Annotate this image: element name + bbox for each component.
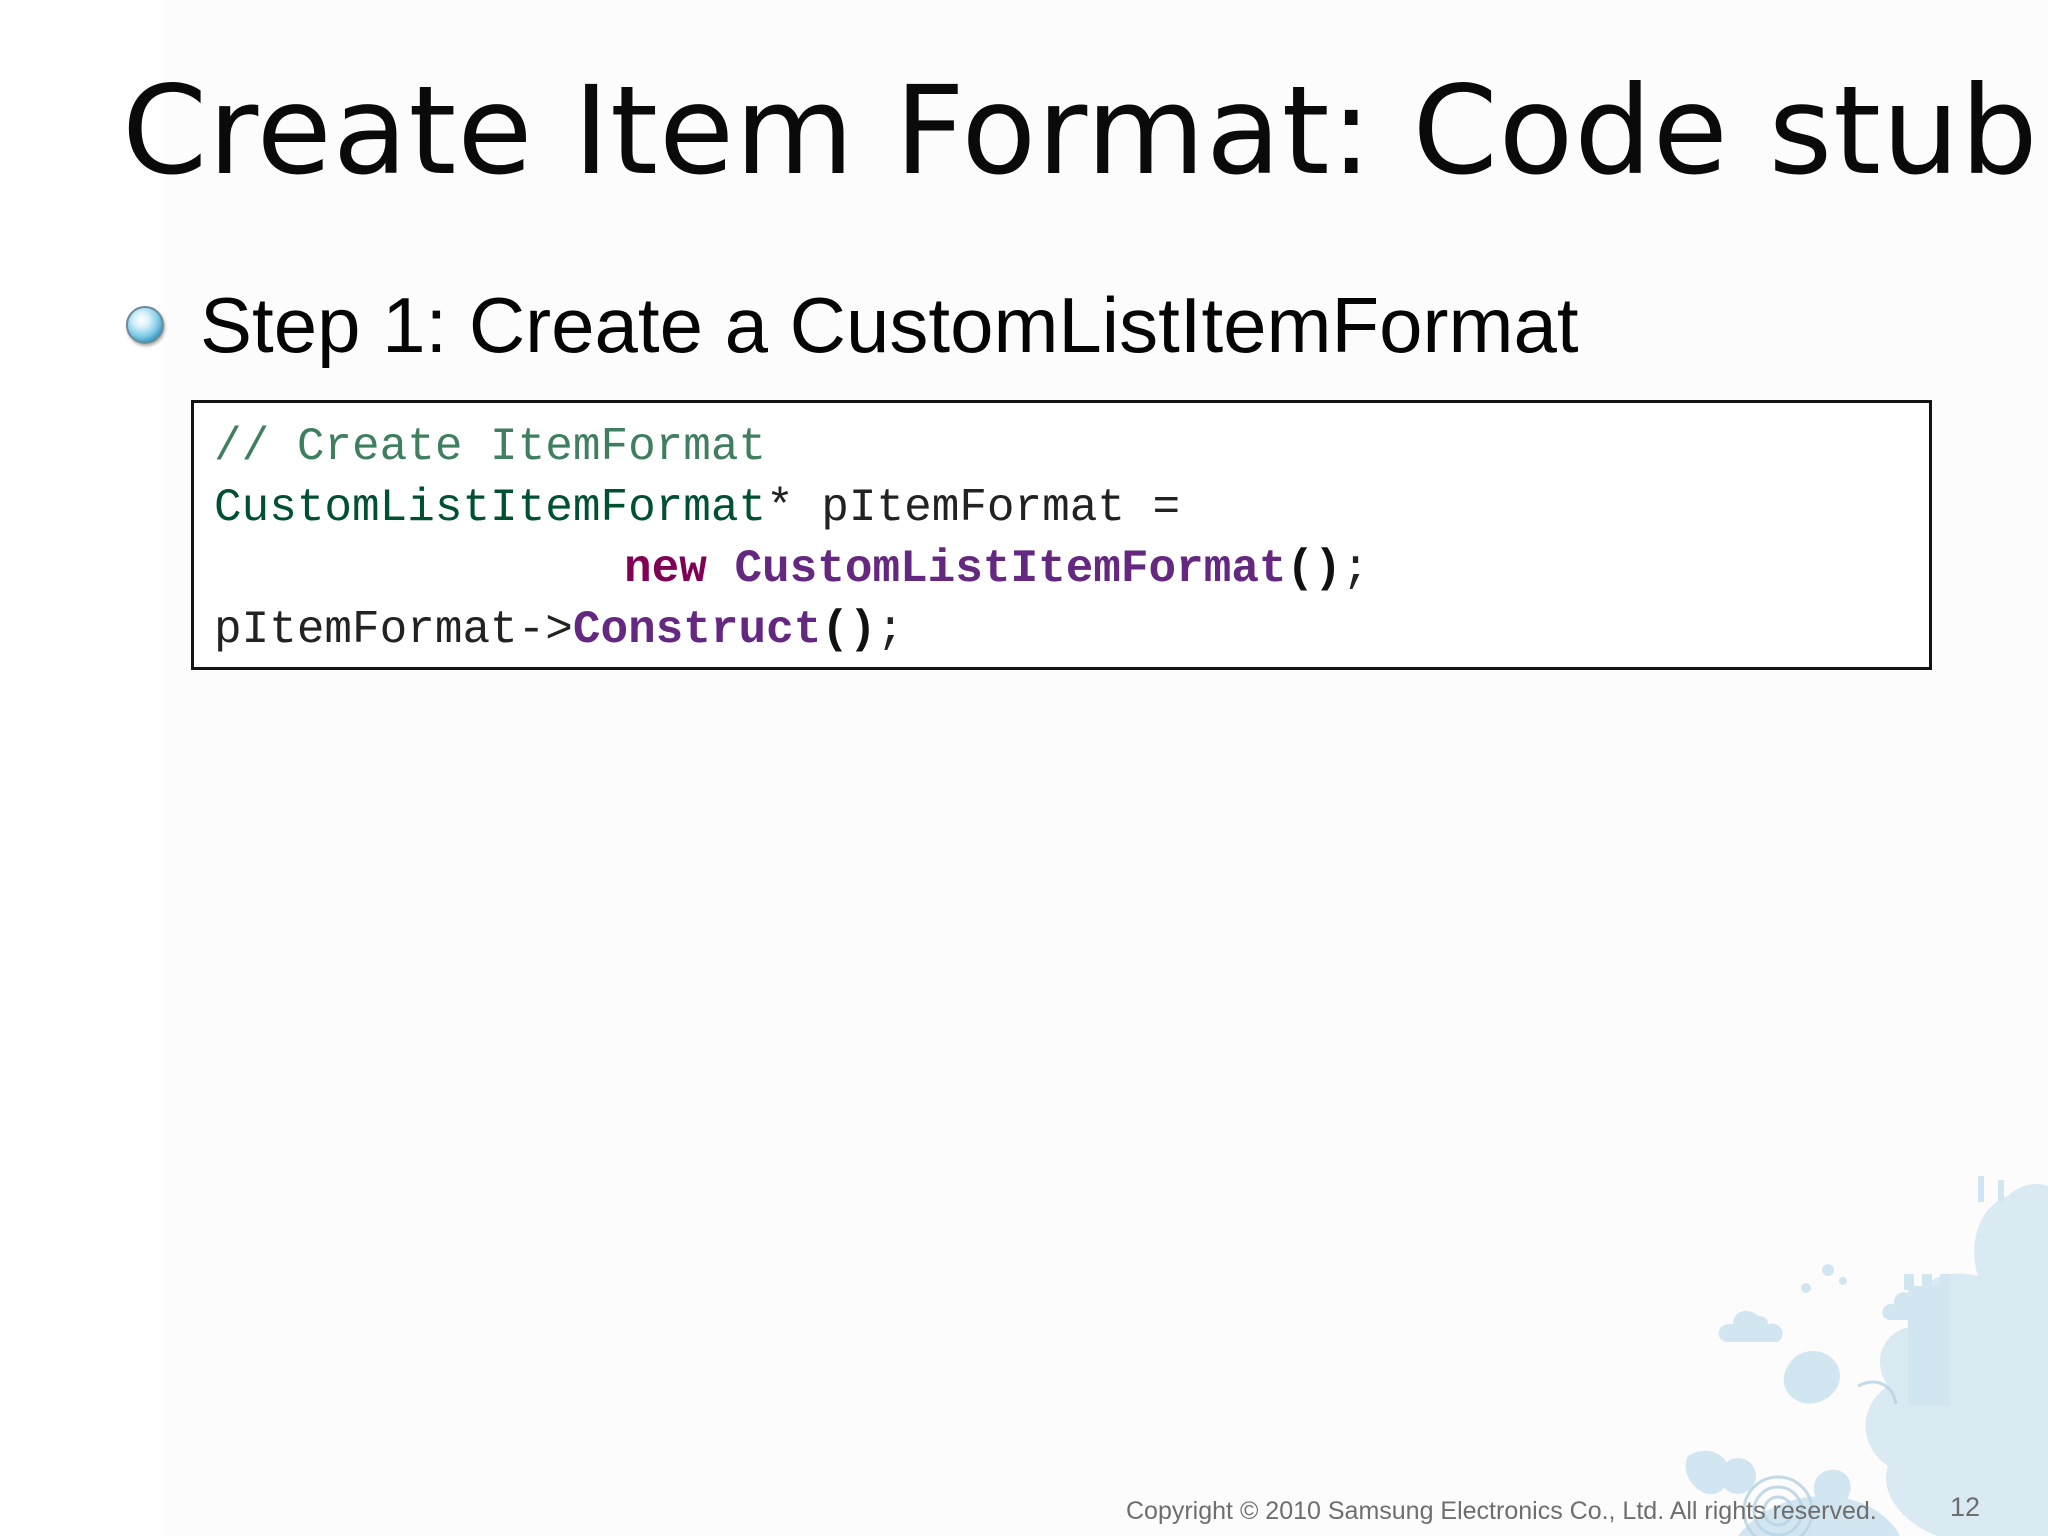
copyright-text: Copyright © 2010 Samsung Electronics Co.… bbox=[1126, 1497, 1877, 1525]
page-number: 12 bbox=[1950, 1492, 1981, 1522]
code-line-1: // Create ItemFormat bbox=[214, 417, 1929, 478]
code-line-3: new CustomListItemFormat(); bbox=[214, 539, 1929, 600]
bullet-text: Step 1: Create a CustomListItemFormat bbox=[200, 281, 1579, 369]
code-method: Construct bbox=[572, 604, 822, 656]
code-object: pItemFormat-> bbox=[214, 604, 573, 656]
code-parens: () bbox=[821, 604, 877, 656]
code-parens: () bbox=[1286, 543, 1342, 595]
code-declaration: * pItemFormat = bbox=[766, 482, 1181, 534]
bullet-item: Step 1: Create a CustomListItemFormat bbox=[126, 280, 1579, 370]
code-class-name: CustomListItemFormat bbox=[734, 543, 1287, 595]
slide-title: Create Item Format: Code stub bbox=[122, 60, 2039, 202]
code-type: CustomListItemFormat bbox=[214, 482, 767, 534]
code-block: // Create ItemFormat CustomListItemForma… bbox=[191, 400, 1932, 670]
code-line-4: pItemFormat->Construct(); bbox=[214, 600, 1929, 661]
code-comment: // Create ItemFormat bbox=[214, 421, 767, 473]
code-semicolon: ; bbox=[1341, 543, 1370, 595]
code-keyword: new bbox=[624, 543, 707, 595]
code-semicolon: ; bbox=[876, 604, 905, 656]
slide: Create Item Format: Code stub Step 1: Cr… bbox=[0, 0, 2048, 1536]
code-line-2: CustomListItemFormat* pItemFormat = bbox=[214, 478, 1929, 539]
bullet-circle-icon bbox=[126, 306, 164, 344]
samsung-illustration-icon bbox=[1685, 1176, 2048, 1536]
